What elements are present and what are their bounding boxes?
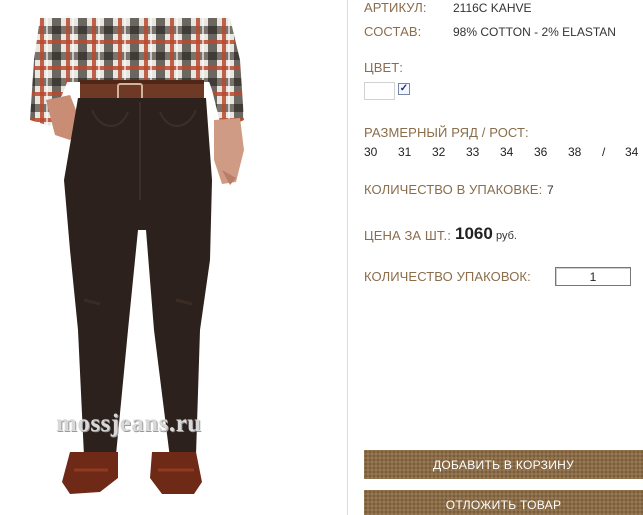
product-photo: mossjeans.ru [0,0,347,515]
postpone-item-button[interactable]: ОТЛОЖИТЬ ТОВАР [364,490,643,515]
pack-quantity-value: 7 [547,183,554,197]
price-value: 1060 [455,224,493,243]
packs-count-input[interactable] [555,267,631,286]
pack-quantity-label: КОЛИЧЕСТВО В УПАКОВКЕ: [364,182,543,197]
size-item: 30 [364,145,378,159]
color-label: ЦВЕТ: [364,60,404,75]
size-item: 31 [398,145,412,159]
size-item: 34 [500,145,514,159]
composition-value: 98% COTTON - 2% ELASTAN [453,25,616,39]
price-label: ЦЕНА ЗА ШТ.: [364,228,451,243]
article-label: АРТИКУЛ: [364,0,427,15]
height-value: 34 [625,145,639,159]
divider [347,0,348,515]
height-separator: / [602,145,606,159]
packs-count-label: КОЛИЧЕСТВО УПАКОВОК: [364,269,531,284]
composition-label: СОСТАВ: [364,24,422,39]
add-to-cart-button[interactable]: ДОБАВИТЬ В КОРЗИНУ [364,450,643,479]
color-checkbox[interactable]: ✓ [398,83,410,95]
size-item: 32 [432,145,446,159]
price-currency: руб. [496,230,517,242]
size-item: 38 [568,145,582,159]
color-swatch[interactable] [364,82,395,100]
product-info-panel: АРТИКУЛ: 2116C KAHVE СОСТАВ: 98% COTTON … [364,0,643,515]
size-item: 36 [534,145,548,159]
sizes-label: РАЗМЕРНЫЙ РЯД / РОСТ: [364,125,529,140]
article-value: 2116C KAHVE [453,1,532,15]
size-item: 33 [466,145,480,159]
watermark-text: mossjeans.ru [56,410,202,437]
